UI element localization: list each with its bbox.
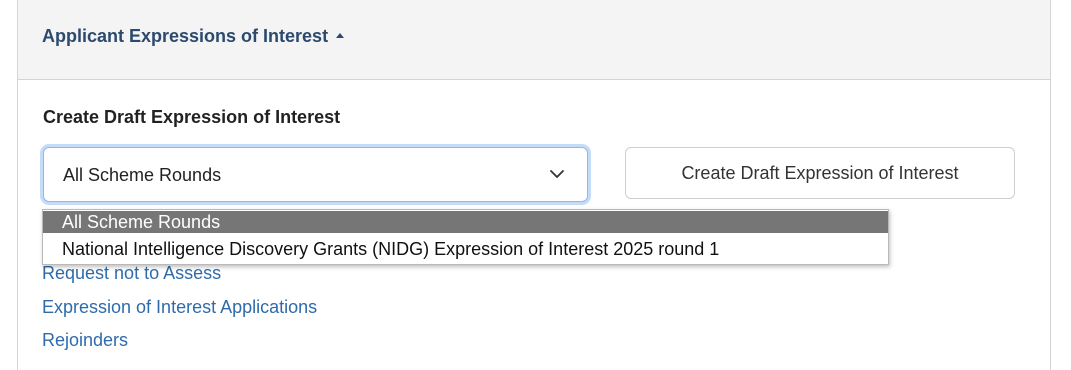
panel-title[interactable]: Applicant Expressions of Interest: [42, 26, 345, 47]
dropdown-option-all-scheme-rounds[interactable]: All Scheme Rounds: [43, 211, 888, 233]
create-draft-label: Create Draft Expression of Interest: [43, 107, 341, 127]
scheme-round-select[interactable]: All Scheme Rounds: [43, 147, 588, 202]
link-expression-of-interest-applications[interactable]: Expression of Interest Applications: [42, 297, 317, 318]
caret-up-icon[interactable]: [336, 33, 345, 38]
chevron-down-icon: [550, 170, 564, 178]
panel-header[interactable]: Applicant Expressions of Interest: [18, 0, 1050, 80]
link-rejoinders[interactable]: Rejoinders: [42, 330, 128, 351]
expressions-of-interest-panel: Applicant Expressions of Interest Create…: [17, 0, 1051, 370]
select-current-value: All Scheme Rounds: [63, 165, 222, 185]
panel-title-text: Applicant Expressions of Interest: [42, 26, 329, 46]
create-draft-button[interactable]: Create Draft Expression of Interest: [625, 147, 1015, 199]
link-request-not-to-assess[interactable]: Request not to Assess: [42, 263, 221, 284]
dropdown-option-nidg-2025-round-1[interactable]: National Intelligence Discovery Grants (…: [43, 238, 888, 260]
scheme-round-dropdown-list: All Scheme Rounds National Intelligence …: [42, 209, 889, 265]
